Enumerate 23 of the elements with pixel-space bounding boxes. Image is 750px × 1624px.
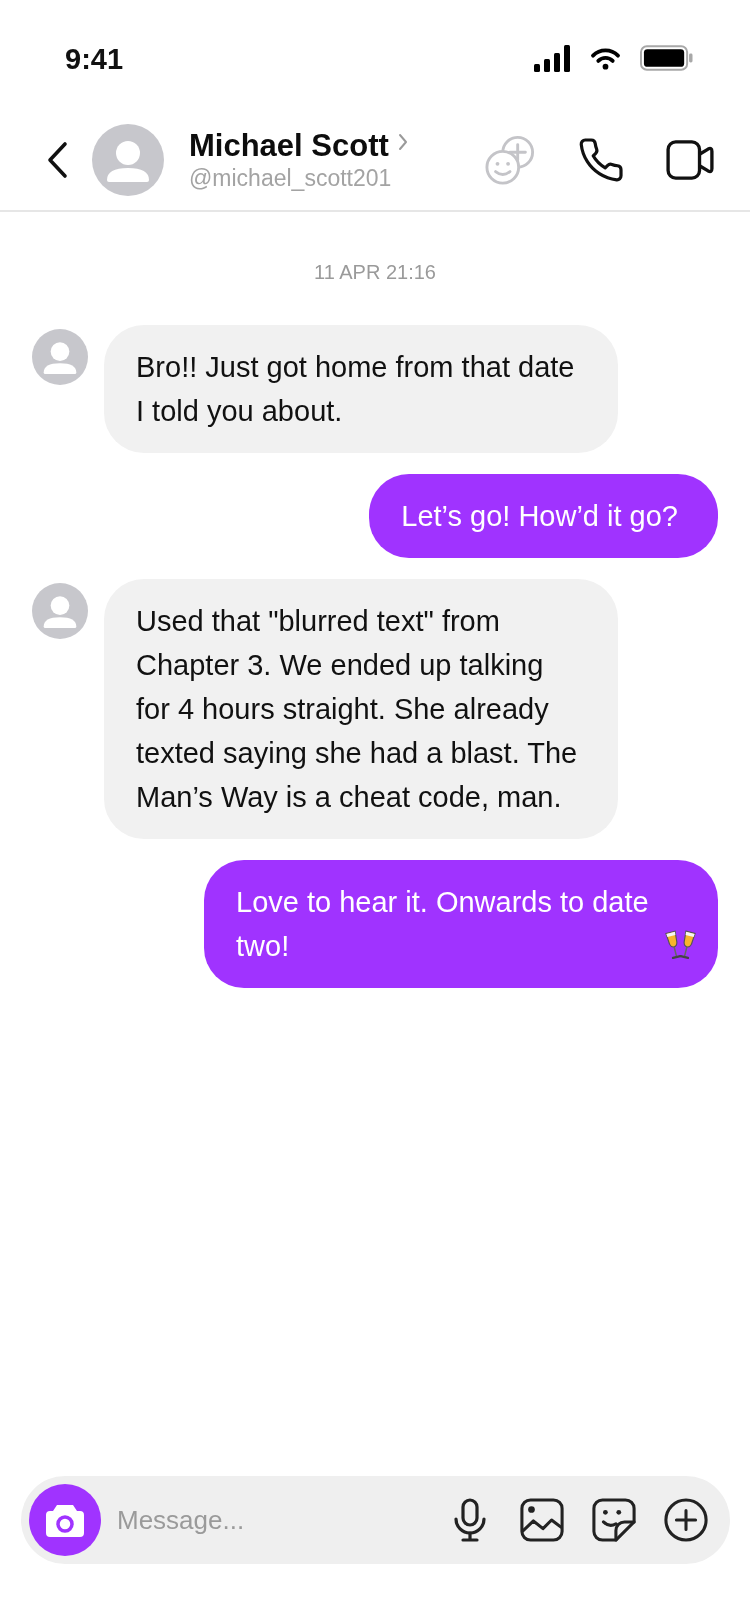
contact-name[interactable]: Michael Scott xyxy=(189,127,389,164)
wifi-icon xyxy=(589,46,622,70)
sticker-icon[interactable] xyxy=(592,1498,636,1542)
signal-icon xyxy=(534,44,571,72)
back-icon[interactable] xyxy=(45,141,69,179)
message-text: Bro!! Just got home from that date I told you about. xyxy=(136,351,575,427)
chevron-right-icon xyxy=(397,132,408,151)
battery-icon xyxy=(640,45,693,71)
video-camera-icon[interactable] xyxy=(666,140,714,180)
camera-icon[interactable] xyxy=(29,1484,101,1556)
message-text: Let’s go! How’d it go? xyxy=(401,500,678,532)
status-time: 9:41 xyxy=(65,42,124,77)
avatar-icon xyxy=(32,583,88,639)
microphone-icon[interactable] xyxy=(452,1498,488,1542)
message-text: Used that "blurred text" from Chapter 3. We ended up talking for 4 hours straight. She already texted saying she had a blast. The Man’s Way is a cheat code, man. xyxy=(136,605,578,813)
message-input[interactable]: Message... xyxy=(117,1500,436,1540)
avatar-icon xyxy=(32,329,88,385)
message-text: Love to hear it. Onwards to date two! xyxy=(236,885,650,964)
timestamp: 11 APR 21:16 xyxy=(314,260,436,284)
image-icon[interactable] xyxy=(520,1498,564,1542)
contact-handle: @michael_scott201 xyxy=(189,163,392,192)
add-icon[interactable] xyxy=(664,1498,708,1542)
phone-icon[interactable] xyxy=(579,138,623,182)
